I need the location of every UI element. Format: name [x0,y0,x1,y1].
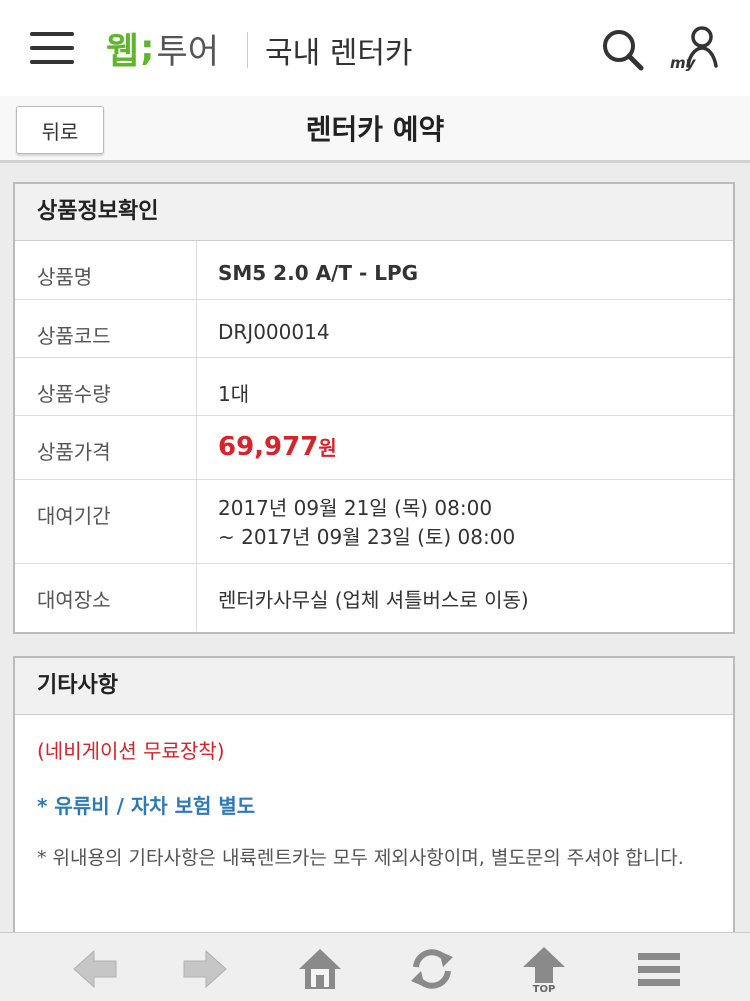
etc-heading: 기타사항 [15,658,733,715]
bottom-nav-bar: TOP [0,932,750,1001]
rental-start: 2017년 09월 21일 (목) 08:00 [218,495,493,520]
table-row: 상품수량 1대 [15,357,733,416]
row-label: 상품명 [15,241,197,300]
note-insurance: * 유류비 / 자차 보험 별도 [37,794,256,818]
my-user-icon[interactable]: my [668,24,720,72]
scroll-top-icon[interactable]: TOP [519,945,569,995]
logo-part-2: ; [140,27,155,69]
home-icon[interactable] [295,945,345,993]
product-price: 69,977 [218,431,319,462]
logo-part-3: 투어 [156,31,220,72]
etc-notes: (네비게이션 무료장착) * 유류비 / 자차 보험 별도 * 위내용의 기타사… [15,735,733,874]
product-price-cell: 69,977원 [196,415,733,480]
row-label: 상품가격 [15,415,197,480]
product-info-heading: 상품정보확인 [15,184,733,241]
product-info-table: 상품명 SM5 2.0 A/T - LPG 상품코드 DRJ000014 상품수… [15,241,733,631]
row-label: 대여장소 [15,563,197,631]
back-arrow-icon[interactable] [70,945,120,993]
menu-icon[interactable] [634,945,684,993]
search-icon[interactable] [601,28,645,72]
forward-arrow-icon[interactable] [180,945,230,993]
product-quantity: 1대 [196,357,733,416]
note-exclusions: * 위내용의 기타사항은 내륙렌트카는 모두 제외사항이며, 별도문의 주셔야 … [37,847,684,869]
row-label: 상품코드 [15,299,197,358]
rental-location: 렌터카사무실 (업체 셔틀버스로 이동) [218,587,529,612]
product-name: SM5 2.0 A/T - LPG [196,241,733,300]
rental-period: 2017년 09월 21일 (목) 08:00 ~ 2017년 09월 23일 … [196,479,733,564]
product-info-panel: 상품정보확인 상품명 SM5 2.0 A/T - LPG 상품코드 DRJ000… [13,182,735,634]
app-header: 웹 ; 투어 국내 렌터카 my [0,0,750,97]
table-row: 대여기간 2017년 09월 21일 (목) 08:00 ~ 2017년 09월… [15,479,733,564]
product-code: DRJ000014 [196,299,733,358]
row-label: 대여기간 [15,479,197,564]
logo-part-1: 웹 [106,31,139,72]
header-divider [247,32,248,68]
page-title: 렌터카 예약 [305,113,445,146]
top-label: TOP [532,984,556,995]
note-navigation: (네비게이션 무료장착) [37,739,225,763]
rental-end: ~ 2017년 09월 23일 (토) 08:00 [218,524,516,549]
etc-panel: 기타사항 (네비게이션 무료장착) * 유류비 / 자차 보험 별도 * 위내용… [13,656,735,956]
table-row: 대여장소 렌터카사무실 (업체 셔틀버스로 이동) [15,563,733,631]
row-label: 상품수량 [15,357,197,416]
section-title[interactable]: 국내 렌터카 [265,28,413,72]
price-unit: 원 [318,435,337,460]
hamburger-icon[interactable] [30,32,74,64]
table-row: 상품가격 69,977원 [15,415,733,480]
table-row: 상품명 SM5 2.0 A/T - LPG [15,241,733,300]
table-row: 상품코드 DRJ000014 [15,299,733,358]
my-label: my [670,54,697,72]
webtour-logo[interactable]: 웹 ; 투어 [106,26,220,73]
refresh-icon[interactable] [407,945,457,993]
sub-header-bar: 뒤로 렌터카 예약 [0,96,750,163]
